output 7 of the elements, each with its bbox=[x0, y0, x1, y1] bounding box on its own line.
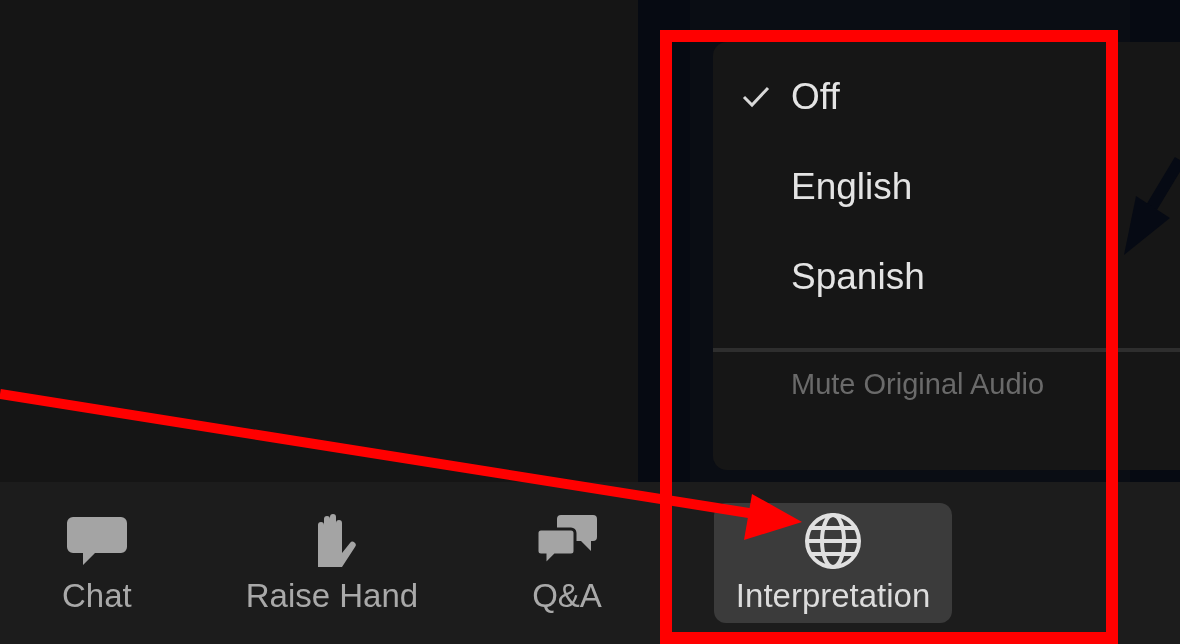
menu-item[interactable]: Off bbox=[791, 76, 840, 118]
menu-item[interactable]: English bbox=[791, 166, 913, 208]
toolbar-button[interactable]: Q&A bbox=[510, 503, 624, 623]
menu-item[interactable]: Spanish bbox=[791, 256, 925, 298]
toolbar-button[interactable]: Interpretation bbox=[713, 503, 953, 623]
toolbar-button[interactable]: Raise Hand bbox=[223, 503, 441, 623]
toolbar-button[interactable]: Chat bbox=[40, 503, 154, 623]
